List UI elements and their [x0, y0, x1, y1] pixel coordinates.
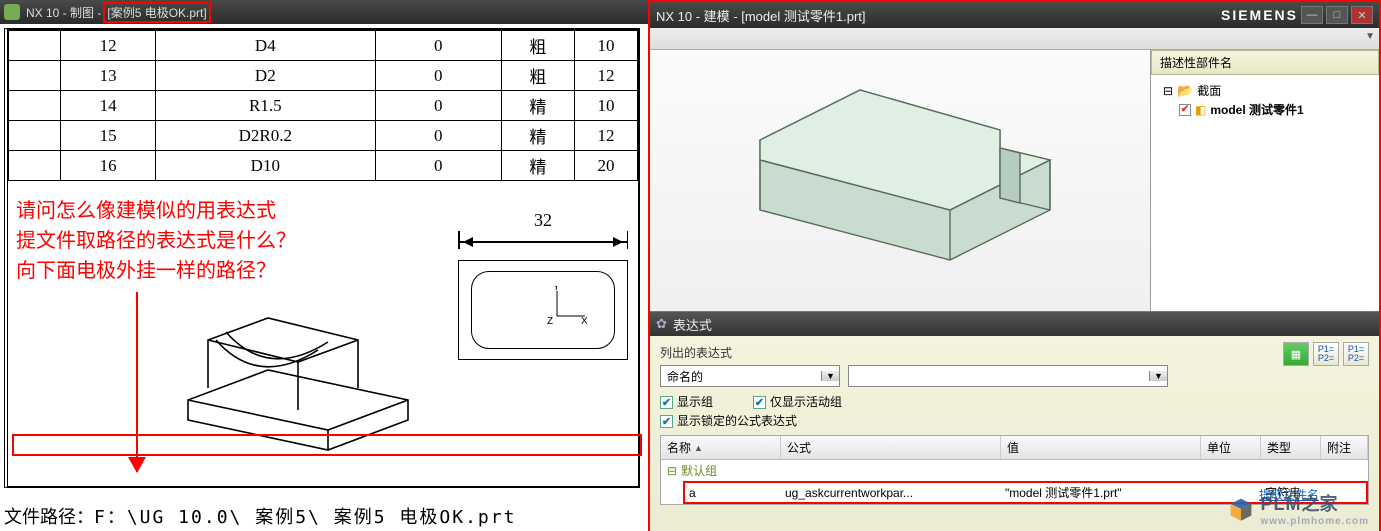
- spreadsheet-icon-button[interactable]: ▦: [1283, 342, 1309, 366]
- siemens-brand: SIEMENS: [1221, 7, 1298, 23]
- left-title-prefix: NX 10 - 制图 -: [26, 4, 101, 21]
- secondary-combo[interactable]: ▼: [848, 365, 1168, 387]
- dimension-value: 32: [458, 210, 628, 231]
- watermark-cube-icon: [1228, 496, 1254, 522]
- file-path-line: 文件路径：F：\UG 10.0\ 案例5\ 案例5 电极OK.prt: [4, 503, 516, 529]
- list-label: 列出的表达式: [660, 344, 1369, 361]
- show-locked-checkbox[interactable]: ✔显示锁定的公式表达式: [660, 412, 797, 429]
- filter-combo-value: 命名的: [661, 368, 821, 385]
- col-value[interactable]: 值: [1001, 436, 1201, 459]
- minus-icon: ⊟: [1163, 84, 1173, 98]
- gear-icon: ✿: [656, 316, 667, 332]
- minus-icon: ⊟: [667, 464, 677, 478]
- active-only-checkbox[interactable]: ✔仅显示活动组: [753, 393, 842, 410]
- expression-title-label: 表达式: [673, 315, 712, 334]
- checkbox-icon[interactable]: ✔: [1179, 104, 1191, 116]
- watermark: PLM之家 www.plmhome.com: [1228, 490, 1369, 527]
- top-view: Y X Z: [458, 260, 628, 360]
- maximize-button[interactable]: □: [1326, 6, 1348, 24]
- assembly-tree-pane: 描述性部件名 ⊟ 📂 截面 ✔ ◧ model 测试零件1: [1151, 50, 1379, 311]
- table-row: 15D2R0.20精12: [9, 121, 638, 151]
- tree-item-label: model 测试零件1: [1210, 101, 1303, 118]
- p1p2-button-b[interactable]: P1=P2=: [1343, 342, 1369, 366]
- cell-name: a: [689, 486, 785, 500]
- drawing-frame: 12D40粗10 13D20粗12 14R1.50精10 15D2R0.20精1…: [4, 28, 640, 488]
- tree-folder-row[interactable]: ⊟ 📂 截面: [1157, 81, 1373, 100]
- model-solid: [720, 70, 1080, 300]
- p1p2-button-a[interactable]: P1=P2=: [1313, 342, 1339, 366]
- svg-text:Z: Z: [547, 316, 553, 326]
- col-formula[interactable]: 公式: [781, 436, 1001, 459]
- nx-logo-icon: [4, 4, 20, 20]
- chevron-down-icon: ▼: [1149, 371, 1167, 381]
- right-titlebar: NX 10 - 建模 - [model 测试零件1.prt] SIEMENS —…: [650, 2, 1379, 28]
- table-row: 16D100精20: [9, 151, 638, 181]
- grid-header: 名称 ▲ 公式 值 单位 类型 附注: [661, 436, 1368, 460]
- expression-panel: ✿ 表达式 ▦ P1=P2= P1=P2= 列出的表达式 命名的 ▼: [650, 311, 1379, 531]
- tree-item-row[interactable]: ✔ ◧ model 测试零件1: [1157, 100, 1373, 119]
- parameter-table: 12D40粗10 13D20粗12 14R1.50精10 15D2R0.20精1…: [8, 30, 638, 181]
- toolbar-dropdown-icon[interactable]: ▼: [1365, 31, 1375, 42]
- table-row: 14R1.50精10: [9, 91, 638, 121]
- minimize-button[interactable]: —: [1301, 6, 1323, 24]
- show-group-checkbox[interactable]: ✔显示组: [660, 393, 713, 410]
- col-name[interactable]: 名称 ▲: [661, 436, 781, 459]
- col-unit[interactable]: 单位: [1201, 436, 1261, 459]
- left-title-file: [案例5 电极OK.prt]: [103, 2, 210, 23]
- model-viewport[interactable]: [650, 50, 1151, 311]
- col-type[interactable]: 类型: [1261, 436, 1321, 459]
- coord-axis-icon: Y X Z: [547, 286, 587, 329]
- drawing-area: 12D40粗10 13D20粗12 14R1.50精10 15D2R0.20精1…: [0, 24, 648, 531]
- path-highlight-box: [12, 434, 642, 456]
- dimension-32: 32: [458, 210, 628, 251]
- cell-value: "model 测试零件1.prt": [1005, 484, 1205, 501]
- svg-text:Y: Y: [553, 286, 560, 293]
- table-row: 13D20粗12: [9, 61, 638, 91]
- part-cube-icon: ◧: [1195, 103, 1206, 117]
- folder-icon: 📂: [1177, 83, 1193, 99]
- expression-titlebar: ✿ 表达式: [650, 312, 1379, 336]
- iso-view: [158, 270, 418, 460]
- tree-folder-label: 截面: [1197, 82, 1221, 99]
- left-window: NX 10 - 制图 - [案例5 电极OK.prt] 12D40粗10 13D…: [0, 0, 648, 531]
- table-row: 12D40粗10: [9, 31, 638, 61]
- default-group-row[interactable]: ⊟ 默认组: [661, 460, 1368, 481]
- col-note[interactable]: 附注: [1321, 436, 1368, 459]
- svg-text:X: X: [581, 316, 587, 326]
- chevron-down-icon: ▼: [821, 371, 839, 381]
- right-window: NX 10 - 建模 - [model 测试零件1.prt] SIEMENS —…: [648, 0, 1381, 531]
- filter-combo[interactable]: 命名的 ▼: [660, 365, 840, 387]
- left-titlebar: NX 10 - 制图 - [案例5 电极OK.prt]: [0, 0, 648, 24]
- close-button[interactable]: ✕: [1351, 6, 1373, 24]
- right-title: NX 10 - 建模 - [model 测试零件1.prt]: [656, 6, 866, 25]
- tree-header: 描述性部件名: [1151, 50, 1379, 75]
- watermark-url: www.plmhome.com: [1260, 516, 1369, 527]
- right-toolbar: ▼: [650, 28, 1379, 50]
- cell-formula: ug_askcurrentworkpar...: [785, 486, 1005, 500]
- sort-asc-icon: ▲: [694, 443, 703, 453]
